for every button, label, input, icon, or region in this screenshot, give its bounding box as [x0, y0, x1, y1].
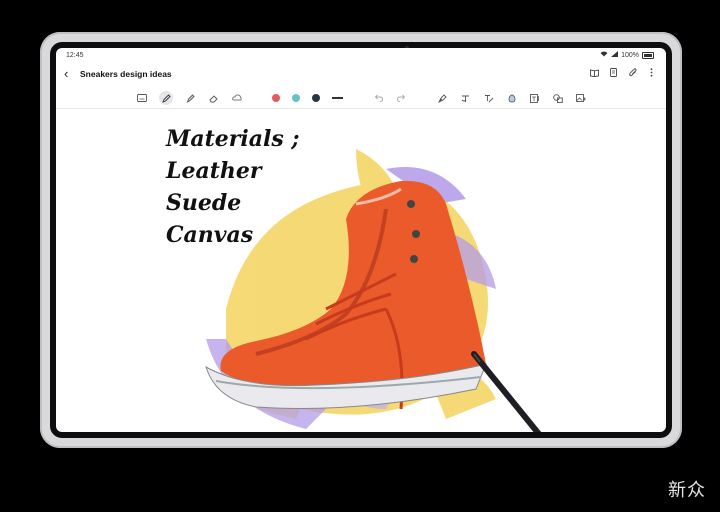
color-swatch-red[interactable] [272, 94, 280, 102]
status-bar: 12:45 100% [56, 48, 666, 64]
shape-lasso-icon[interactable] [231, 93, 242, 104]
title-actions [590, 68, 656, 77]
color-swatch-dark[interactable] [312, 94, 320, 102]
sneaker-illustration [205, 149, 542, 432]
eraser-icon[interactable] [208, 93, 219, 104]
watermark-logo: 新众 [668, 480, 706, 500]
note-title: Sneakers design ideas [80, 69, 172, 79]
wifi-icon [600, 51, 608, 59]
text-convert-icon[interactable] [460, 93, 471, 104]
note-line-materials: Materials ; [166, 126, 300, 152]
note-titlebar: ‹ Sneakers design ideas [56, 64, 666, 86]
page-list-icon[interactable] [609, 68, 618, 77]
fountain-pen-icon[interactable] [437, 93, 448, 104]
tablet-screen: 12:45 100% ‹ Sneakers design ideas Mater… [56, 48, 666, 432]
signal-icon [611, 51, 619, 59]
undo-icon[interactable] [373, 93, 384, 104]
note-line-suede: Suede [166, 190, 242, 216]
more-options-icon[interactable] [647, 68, 656, 77]
pen-icon[interactable] [159, 91, 173, 105]
status-time: 12:45 [66, 52, 84, 59]
drawing-canvas[interactable]: Materials ; Leather Suede Canvas [56, 109, 666, 432]
drawing-toolbar [56, 88, 666, 109]
handwritten-notes: Materials ; Leather Suede Canvas [166, 123, 300, 251]
redo-icon[interactable] [396, 93, 407, 104]
battery-icon [642, 51, 654, 59]
status-icons: 100% [600, 51, 654, 59]
color-swatch-teal[interactable] [292, 94, 300, 102]
note-line-leather: Leather [166, 158, 262, 184]
back-arrow-icon[interactable]: ‹ [64, 66, 68, 82]
highlighter-icon[interactable] [185, 93, 196, 104]
book-view-icon[interactable] [590, 68, 599, 77]
attach-icon[interactable] [628, 68, 637, 77]
keyboard-icon[interactable] [136, 93, 147, 104]
note-line-canvas: Canvas [166, 222, 254, 248]
text-style-icon[interactable] [483, 93, 494, 104]
insert-text-box-icon[interactable] [529, 93, 540, 104]
tablet-device: 12:45 100% ‹ Sneakers design ideas Mater… [40, 32, 682, 448]
voice-record-icon[interactable] [506, 93, 517, 104]
battery-percent: 100% [621, 51, 639, 59]
stroke-width-icon[interactable] [332, 97, 343, 99]
insert-image-icon[interactable] [575, 93, 586, 104]
shapes-icon[interactable] [552, 93, 563, 104]
